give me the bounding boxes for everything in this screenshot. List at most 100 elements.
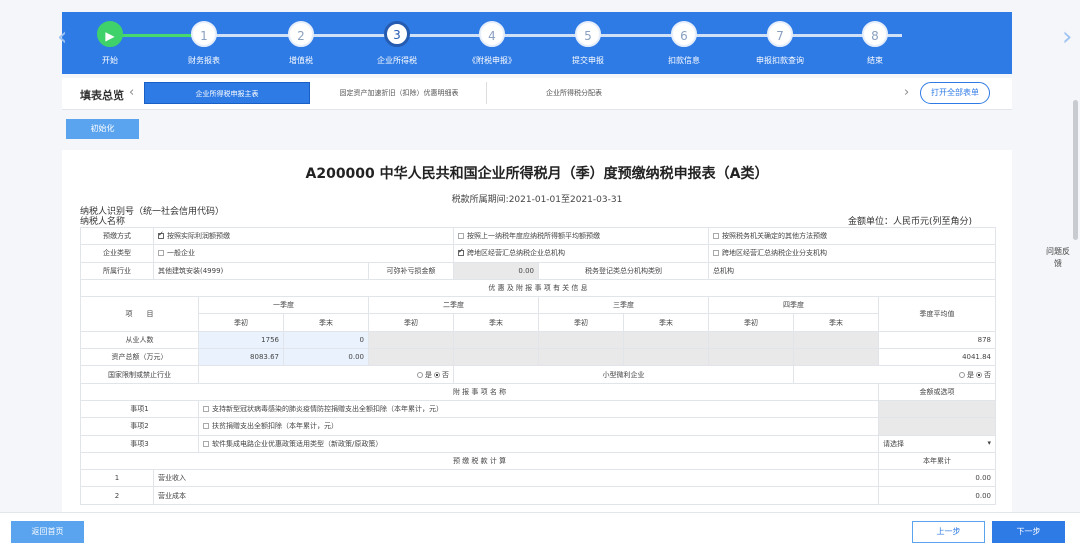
- col-q1: 一季度: [198, 296, 369, 315]
- type-option-1[interactable]: 一般企业: [153, 244, 454, 263]
- registration-category-label: 税务登记类总分机构类别: [537, 261, 710, 280]
- assets-label: 资产总额（万元）: [80, 348, 199, 367]
- section-prepayment-calc: 预 缴 税 款 计 算: [79, 451, 880, 471]
- col-q-end: 季末: [453, 313, 539, 332]
- taxpayer-name-label: 纳税人名称: [80, 217, 126, 227]
- item-3[interactable]: 软件集成电路企业优惠政策适用类型（新政策/原政策）: [197, 434, 880, 453]
- radio[interactable]: [959, 371, 966, 378]
- chevron-right-icon[interactable]: ›: [904, 85, 909, 100]
- next-step-button[interactable]: 下一步: [992, 521, 1065, 543]
- step-deduction-query[interactable]: 7 申报扣款查询: [740, 21, 820, 66]
- assets-q1-end-input[interactable]: 0.00: [283, 348, 369, 367]
- registration-category-value: 总机构: [708, 261, 997, 280]
- feedback-button[interactable]: 问题反馈: [1043, 246, 1073, 270]
- form-tabs: 填表总览 ‹ 企业所得税申报主表 固定资产加速折旧（扣除）优惠明细表 企业所得税…: [62, 78, 1012, 110]
- loss-label: 可弥补亏损金额: [368, 261, 454, 280]
- col-ytd: 本年累计: [878, 451, 997, 471]
- step-progress-bar: ‹ › ▶ 开始 1 财务报表 2 增值税 3 企业所得税 4 《附税申报》 5…: [57, 12, 1072, 74]
- item-1[interactable]: 支持新型冠状病毒感染的肺炎疫情防控捐赠支出全额扣除（本年累计，元）: [197, 399, 880, 419]
- tab-allocation[interactable]: 企业所得税分配表: [489, 82, 659, 104]
- chevron-left-icon[interactable]: ‹: [129, 85, 134, 100]
- col-item: 项 目: [80, 296, 199, 332]
- loss-value: 0.00: [453, 261, 539, 280]
- assets-q1-start-input[interactable]: 8083.67: [198, 348, 284, 367]
- checkbox[interactable]: [713, 250, 720, 257]
- type-option-3[interactable]: 跨地区经营汇总纳税企业分支机构: [708, 244, 997, 263]
- item-3-label: 事项3: [80, 434, 199, 453]
- restricted-industry-label: 国家限制或禁止行业: [80, 365, 199, 384]
- calc-row-value: 0.00: [878, 486, 997, 505]
- item-1-amount: [878, 399, 997, 419]
- checkbox[interactable]: [713, 233, 720, 240]
- radio-selected[interactable]: [976, 371, 983, 378]
- prepay-option-3[interactable]: 按照税务机关确定的其他方法预缴: [708, 226, 997, 246]
- caret-down-icon: ▾: [987, 438, 992, 447]
- employees-q1-start-input[interactable]: 1756: [198, 330, 284, 350]
- initialize-button[interactable]: 初始化: [66, 119, 139, 139]
- checkbox-checked[interactable]: [158, 230, 164, 240]
- tab-main-return[interactable]: 企业所得税申报主表: [144, 82, 310, 104]
- checkbox[interactable]: [203, 440, 209, 447]
- col-q4: 四季度: [708, 296, 880, 315]
- calc-row-num: 1: [80, 469, 154, 488]
- checkbox[interactable]: [458, 233, 464, 240]
- prepay-option-1[interactable]: 按照实际利润额预缴: [153, 226, 454, 246]
- prepay-option-2[interactable]: 按照上一纳税年度应纳税所得额平均额预缴: [452, 226, 710, 246]
- col-q-end: 季末: [283, 313, 369, 332]
- step-deduction-info[interactable]: 6 扣款信息: [644, 21, 724, 66]
- section-attached-items: 附 报 事 项 名 称: [79, 382, 880, 401]
- col-q-start: 季初: [708, 313, 795, 332]
- type-option-2[interactable]: 跨地区经营汇总纳税企业总机构: [452, 244, 710, 263]
- assets-average: 4041.84: [878, 348, 997, 367]
- form-overview-title: 填表总览: [80, 89, 124, 102]
- checkbox[interactable]: [158, 250, 164, 257]
- amount-unit: 金额单位：人民币元(列至角分): [848, 217, 973, 227]
- restricted-industry-radio[interactable]: 是否: [198, 365, 454, 384]
- tax-return-form: A200000 中华人民共和国企业所得税月（季）度预缴纳税申报表（A类） 税款所…: [62, 150, 1012, 522]
- section-preferential-info: 优 惠 及 附 报 事 项 有 关 信 息: [79, 278, 997, 298]
- col-average: 季度平均值: [878, 296, 997, 332]
- prepay-method-label: 预缴方式: [80, 226, 154, 246]
- employees-q1-end-input[interactable]: 0: [283, 330, 369, 350]
- step-surtax[interactable]: 4 《附税申报》: [452, 21, 532, 66]
- tab-depreciation-detail[interactable]: 固定资产加速折旧（扣除）优惠明细表: [312, 82, 487, 104]
- step-vat[interactable]: 2 增值税: [261, 21, 341, 66]
- return-table: 预缴方式 按照实际利润额预缴 按照上一纳税年度应纳税所得额平均额预缴 按照税务机…: [79, 226, 997, 505]
- bottom-action-bar: 返回首页 上一步 下一步: [0, 512, 1080, 548]
- col-q-start: 季初: [198, 313, 284, 332]
- item-1-label: 事项1: [80, 399, 199, 419]
- item-2-label: 事项2: [80, 417, 199, 436]
- checkbox[interactable]: [203, 423, 209, 430]
- item-3-select[interactable]: 请选择 ▾: [878, 434, 997, 453]
- industry-value: 其他建筑安装(4999): [153, 261, 369, 280]
- radio-selected[interactable]: [434, 371, 440, 378]
- step-financial-report[interactable]: 1 财务报表: [164, 21, 244, 66]
- calc-row-value: 0.00: [878, 469, 997, 488]
- small-enterprise-radio[interactable]: 是否: [793, 365, 997, 384]
- item-2-amount: [878, 417, 997, 436]
- col-q2: 二季度: [368, 296, 539, 315]
- step-submit[interactable]: 5 提交申报: [548, 21, 628, 66]
- industry-label: 所属行业: [80, 261, 154, 280]
- col-q-end: 季末: [622, 313, 710, 332]
- employees-average: 878: [878, 330, 997, 350]
- col-q-start: 季初: [538, 313, 624, 332]
- calc-row-label: 营业成本: [152, 486, 880, 505]
- previous-step-button[interactable]: 上一步: [912, 521, 985, 543]
- chevron-right-icon[interactable]: ›: [1062, 22, 1072, 52]
- step-start[interactable]: ▶ 开始: [70, 21, 150, 66]
- form-title: A200000 中华人民共和国企业所得税月（季）度预缴纳税申报表（A类）: [305, 166, 769, 182]
- checkbox-checked[interactable]: [458, 247, 464, 257]
- col-q3: 三季度: [537, 296, 710, 315]
- back-home-button[interactable]: 返回首页: [11, 521, 84, 543]
- radio[interactable]: [417, 371, 423, 378]
- step-end[interactable]: 8 结束: [835, 21, 915, 66]
- open-all-forms-button[interactable]: 打开全部表单: [920, 82, 990, 104]
- small-enterprise-label: 小型微利企业: [452, 365, 795, 384]
- checkbox[interactable]: [203, 406, 209, 413]
- step-corporate-income-tax[interactable]: 3 企业所得税: [357, 21, 437, 66]
- scrollbar-thumb[interactable]: [1073, 100, 1078, 240]
- col-q-start: 季初: [368, 313, 454, 332]
- col-amount-or-option: 金额或选项: [878, 382, 997, 401]
- item-2[interactable]: 扶贫捐赠支出全额扣除（本年累计，元）: [197, 417, 880, 436]
